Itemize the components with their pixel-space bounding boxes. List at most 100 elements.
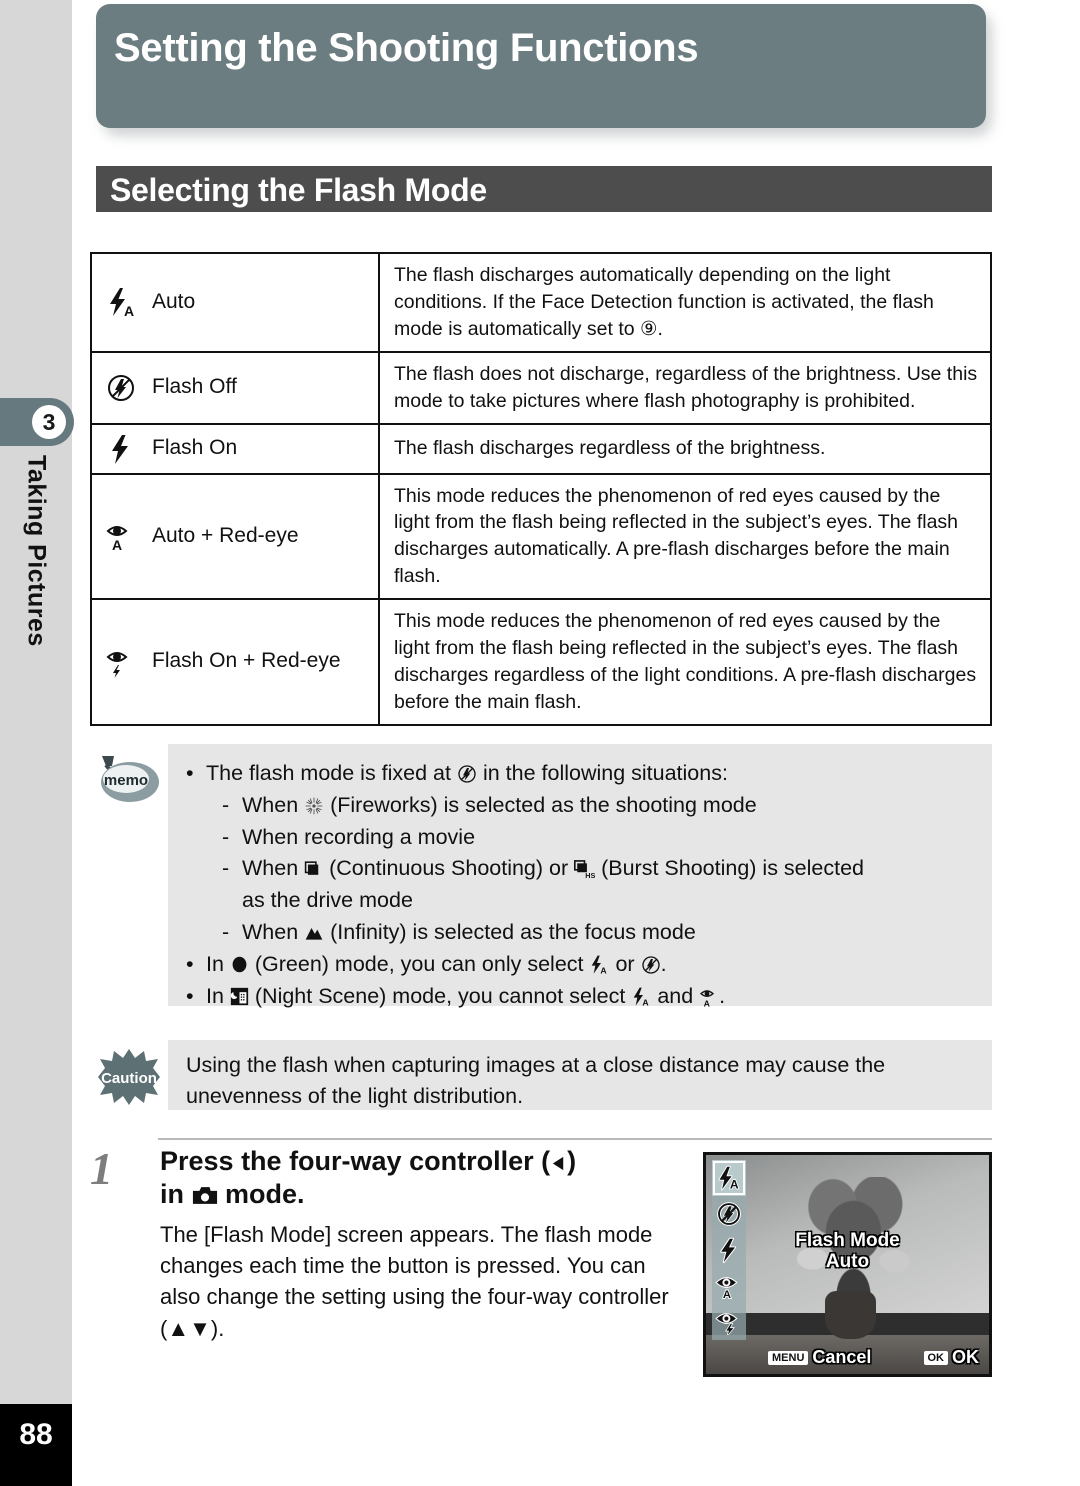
infinity-focus-icon [304, 917, 324, 949]
chapter-label: Taking Pictures [0, 455, 72, 745]
mode-description: This mode reduces the phenomenon of red … [378, 472, 992, 601]
green-mode-icon [230, 949, 249, 981]
memo-line: - When (Fireworks) is selected as the sho… [186, 790, 976, 822]
memo-line: • The flash mode is fixed at in the follo… [186, 758, 976, 790]
memo-text-post: (Infinity) is selected as the focus mode [324, 920, 696, 945]
memo-text-pre: When [242, 856, 305, 881]
mode-cell: A Auto + Red-eye [90, 472, 380, 601]
svg-text:A: A [643, 997, 650, 1006]
mode-label: Auto + Red-eye [152, 523, 299, 547]
step-body: Press the four-way controller () in mode… [160, 1145, 690, 1344]
strip-item-flash-off[interactable] [712, 1196, 746, 1232]
camera-screen-figure: A A Flash Mode Auto MENU Cancel OK OK [703, 1152, 992, 1377]
caution-text: Using the flash when capturing images at… [186, 1053, 886, 1108]
red-eye-auto-icon: A [715, 1273, 743, 1299]
ok-button[interactable]: OK OK [923, 1347, 979, 1368]
flash-on-icon [106, 433, 136, 465]
mode-label: Flash On + Red-eye [152, 649, 341, 673]
step-heading-post: ) [567, 1146, 577, 1176]
memo-line: • In (Green) mode, you can only select A … [186, 949, 976, 981]
memo-bullet: - [222, 792, 230, 817]
chapter-label-text: Taking Pictures [22, 455, 51, 647]
flash-auto-icon: A [716, 1165, 742, 1191]
memo-line: - When recording a movie [186, 822, 976, 854]
arrow-left-icon [550, 1145, 567, 1178]
svg-text:A: A [730, 1177, 739, 1191]
strip-item-flash-auto[interactable]: A [712, 1160, 746, 1196]
memo-icon: memo [92, 752, 164, 810]
mode-cell: Flash On + Red-eye [90, 598, 380, 726]
svg-text:A: A [601, 966, 608, 975]
memo-bullet: - [222, 920, 230, 945]
menu-label: Cancel [812, 1347, 872, 1367]
ok-label: OK [952, 1347, 979, 1367]
memo-text-pre: When [242, 920, 305, 945]
step-heading-pre: Press the four-way controller ( [160, 1146, 551, 1176]
memo-text-post: (Green) mode, you can only select [248, 951, 590, 976]
step-heading-pre2: in [160, 1178, 192, 1209]
chapter-banner: Setting the Shooting Functions [96, 4, 992, 136]
memo-bullet: - [222, 856, 230, 881]
step-number: 1 [90, 1143, 113, 1194]
camera-screen-buttons: MENU Cancel OK OK [706, 1347, 989, 1368]
mode-label: Flash Off [152, 375, 237, 399]
continuous-shooting-icon [304, 853, 323, 885]
caution-icon: Caution [92, 1046, 166, 1108]
page-number-box: 88 [0, 1404, 72, 1486]
red-eye-flash-on-icon [715, 1309, 743, 1335]
flash-off-icon [641, 949, 661, 981]
page-number: 88 [19, 1418, 53, 1451]
menu-chip: MENU [768, 1350, 809, 1365]
memo-text-pre: When [242, 792, 305, 817]
strip-item-red-eye-auto[interactable]: A [712, 1268, 746, 1304]
mode-label: Flash On [152, 436, 238, 460]
svg-text:memo: memo [104, 772, 148, 789]
red-eye-flash-on-icon [106, 646, 136, 678]
table-row: Flash Off The flash does not discharge, … [90, 350, 992, 425]
memo-bullet: • [186, 761, 194, 785]
flash-off-icon [457, 758, 477, 790]
memo-box: • The flash mode is fixed at in the follo… [168, 744, 992, 1008]
photo-vase [824, 1290, 876, 1339]
mode-cell: Flash Off [90, 350, 380, 425]
memo-text-post: (Night Scene) mode, you cannot select [248, 983, 632, 1008]
step-heading-post2: mode. [217, 1178, 305, 1209]
flash-off-icon [106, 372, 136, 404]
camera-screen-title: Flash Mode [795, 1230, 900, 1251]
mode-description: The flash discharges automatically depen… [378, 252, 992, 353]
red-eye-auto-icon: A [106, 520, 136, 552]
burst-shooting-icon: HS [574, 853, 595, 885]
night-scene-icon [230, 981, 249, 1013]
banner-plate: Setting the Shooting Functions [96, 4, 986, 128]
svg-text:A: A [723, 1289, 731, 1299]
fireworks-icon [304, 790, 324, 822]
manual-page: 3 Taking Pictures 88 Setting the Shootin… [0, 0, 1080, 1486]
caution-box: Using the flash when capturing images at… [168, 1040, 992, 1110]
strip-item-red-eye-flash-on[interactable] [712, 1304, 746, 1340]
svg-text:A: A [112, 537, 122, 552]
flash-auto-icon: A [106, 286, 136, 318]
table-row: A Auto The flash discharges automaticall… [90, 252, 992, 353]
mode-description: This mode reduces the phenomenon of red … [378, 598, 992, 726]
flash-auto-icon: A [631, 981, 651, 1013]
mode-label: Auto [152, 289, 196, 313]
step-heading: Press the four-way controller () in mode… [160, 1145, 690, 1211]
step-description: The [Flash Mode] screen appears. The fla… [160, 1221, 669, 1341]
memo-line: as the drive mode [186, 885, 976, 917]
section-bar: Selecting the Flash Mode [96, 166, 992, 212]
menu-cancel-button[interactable]: MENU Cancel [768, 1347, 871, 1368]
section-title: Selecting the Flash Mode [110, 172, 487, 208]
ok-chip: OK [923, 1350, 948, 1365]
camera-mode-icon [192, 1178, 218, 1211]
table-row: Flash On The flash discharges regardless… [90, 422, 992, 475]
memo-text-post3: . [660, 951, 667, 976]
mode-cell: A Auto [90, 252, 380, 353]
svg-text:HS: HS [585, 871, 595, 879]
memo-text-post2: and [651, 983, 700, 1008]
memo-text-post3: . [719, 983, 726, 1008]
svg-text:A: A [704, 998, 711, 1007]
memo-text-post: (Continuous Shooting) or [323, 856, 575, 881]
mode-description: The flash discharges regardless of the b… [378, 422, 992, 475]
memo-bullet: - [222, 824, 230, 849]
memo-line: - When (Continuous Shooting) or HS (Burst… [186, 853, 976, 885]
